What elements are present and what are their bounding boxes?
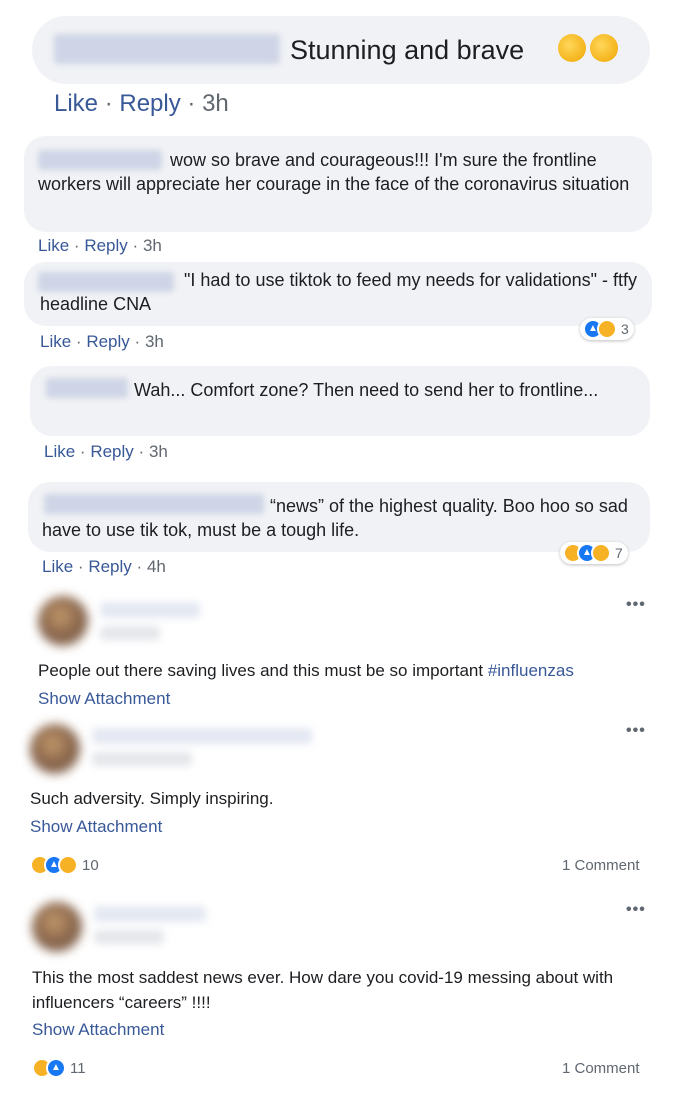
comment-count-link[interactable]: 1 Comment bbox=[562, 857, 640, 874]
more-options-icon[interactable]: ••• bbox=[626, 901, 646, 919]
reaction-count: 7 bbox=[615, 545, 623, 561]
reply-text: Wah... Comfort zone? Then need to send h… bbox=[134, 380, 599, 400]
reply-actions: Like · Reply · 4h bbox=[42, 557, 166, 576]
commenter-name[interactable] bbox=[54, 34, 280, 64]
avatar[interactable] bbox=[32, 902, 82, 952]
like-button[interactable]: Like bbox=[54, 90, 98, 117]
post-text: This the most saddest news ever. How dar… bbox=[32, 968, 614, 1012]
reaction-summary[interactable]: ▲ 11 bbox=[32, 1058, 86, 1078]
like-button[interactable]: Like bbox=[44, 442, 75, 461]
reply-bubble: Wah... Comfort zone? Then need to send h… bbox=[30, 366, 650, 436]
show-attachment-link[interactable]: Show Attachment bbox=[38, 689, 170, 709]
comment-text: Stunning and brave bbox=[290, 35, 525, 65]
more-options-icon[interactable]: ••• bbox=[626, 722, 646, 740]
hashtag-link[interactable]: #influenzas bbox=[488, 661, 574, 680]
sad-icon bbox=[591, 543, 611, 563]
timestamp[interactable]: 3h bbox=[143, 236, 162, 255]
timestamp[interactable]: 4h bbox=[147, 557, 166, 576]
reply-text: "I had to use tiktok to feed my needs fo… bbox=[40, 270, 638, 314]
poster-name[interactable] bbox=[94, 906, 206, 922]
like-icon: ▲ bbox=[46, 1058, 66, 1078]
reply-actions: Like · Reply · 3h bbox=[44, 442, 168, 461]
post-meta bbox=[100, 626, 160, 640]
reaction-summary[interactable]: ▲ 10 bbox=[30, 855, 99, 875]
poster-name[interactable] bbox=[92, 728, 312, 744]
more-options-icon[interactable]: ••• bbox=[626, 596, 646, 614]
reaction-count: 10 bbox=[82, 856, 99, 874]
reply-button[interactable]: Reply bbox=[119, 90, 180, 117]
care-icon bbox=[58, 855, 78, 875]
timestamp[interactable]: 3h bbox=[145, 332, 164, 351]
timestamp[interactable]: 3h bbox=[149, 442, 168, 461]
reply-actions: Like · Reply · 3h bbox=[38, 236, 162, 255]
reply-bubble: “news” of the highest quality. Boo hoo s… bbox=[28, 482, 650, 552]
like-button[interactable]: Like bbox=[42, 557, 73, 576]
reply-text: wow so brave and courageous!!! I'm sure … bbox=[38, 150, 630, 194]
post-meta bbox=[94, 930, 164, 944]
post-text: Such adversity. Simply inspiring. bbox=[30, 789, 274, 808]
avatar[interactable] bbox=[30, 724, 80, 774]
comment-bubble: Stunning and brave bbox=[32, 16, 650, 84]
reply-button[interactable]: Reply bbox=[84, 236, 127, 255]
clapping-hands-icon bbox=[554, 34, 618, 62]
show-attachment-link[interactable]: Show Attachment bbox=[32, 1020, 164, 1040]
timestamp[interactable]: 3h bbox=[202, 90, 229, 117]
like-button[interactable]: Like bbox=[40, 332, 71, 351]
reply-button[interactable]: Reply bbox=[90, 442, 133, 461]
post-meta bbox=[92, 752, 192, 766]
post-text: People out there saving lives and this m… bbox=[38, 661, 574, 680]
avatar[interactable] bbox=[38, 596, 88, 646]
reaction-count: 3 bbox=[621, 321, 629, 337]
reply-button[interactable]: Reply bbox=[86, 332, 129, 351]
haha-icon bbox=[597, 319, 617, 339]
reply-bubble: wow so brave and courageous!!! I'm sure … bbox=[24, 136, 652, 232]
comment-actions: Like · Reply · 3h bbox=[54, 90, 229, 117]
reply-actions: Like · Reply · 3h bbox=[40, 332, 164, 351]
show-attachment-link[interactable]: Show Attachment bbox=[30, 817, 162, 837]
comment-count-link[interactable]: 1 Comment bbox=[562, 1060, 640, 1077]
reaction-summary[interactable]: ▲ 3 bbox=[580, 318, 634, 340]
reaction-count: 11 bbox=[70, 1059, 86, 1077]
reply-text: “news” of the highest quality. Boo hoo s… bbox=[42, 496, 628, 540]
reply-button[interactable]: Reply bbox=[88, 557, 131, 576]
poster-name[interactable] bbox=[100, 602, 200, 618]
like-button[interactable]: Like bbox=[38, 236, 69, 255]
reply-bubble: "I had to use tiktok to feed my needs fo… bbox=[24, 262, 652, 326]
reaction-summary[interactable]: ▲ 7 bbox=[560, 542, 628, 564]
